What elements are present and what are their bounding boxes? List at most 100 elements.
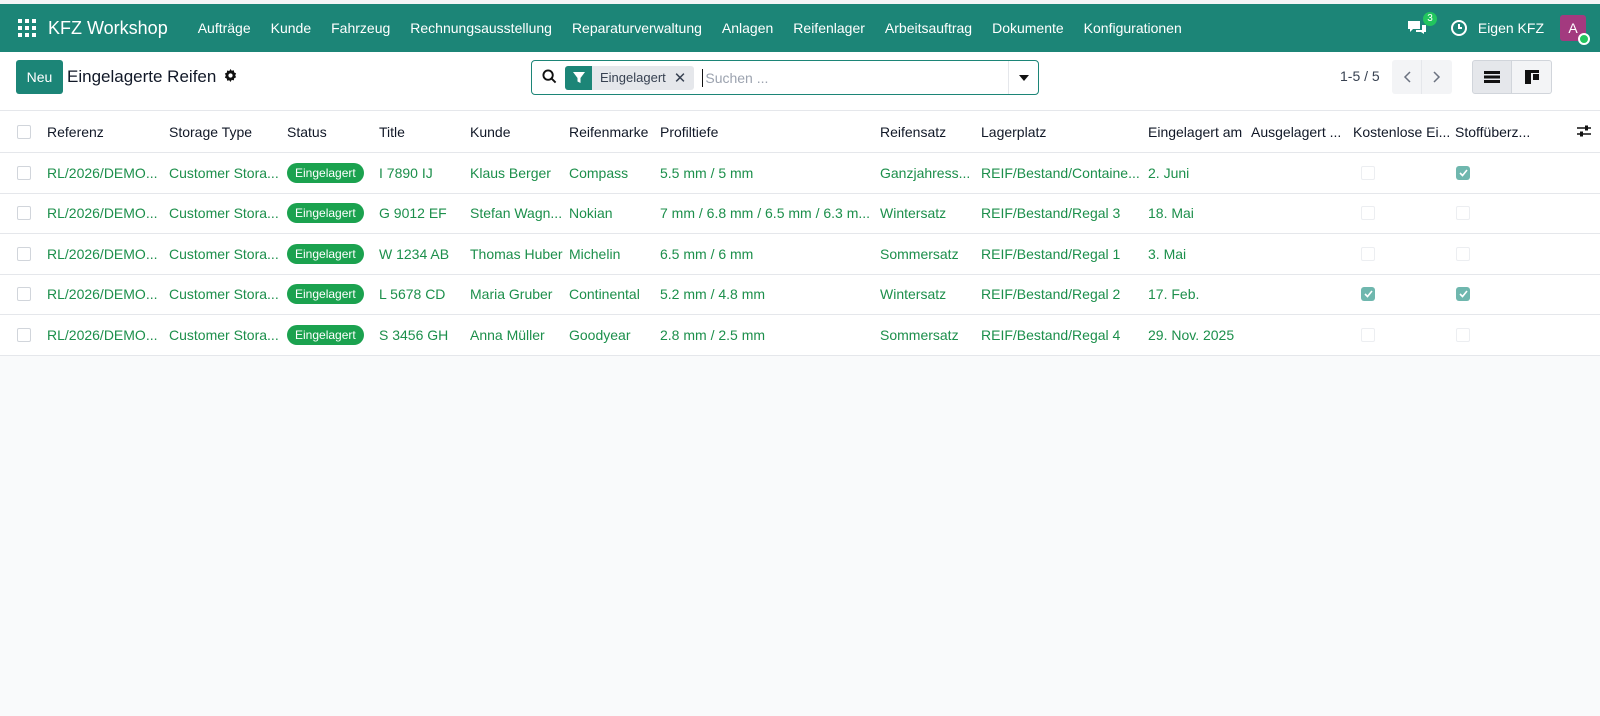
cell-ausgelagert[interactable] [1251,315,1349,355]
cell-referenz[interactable]: RL/2026/DEMO... [47,315,165,355]
pager-previous-button[interactable] [1392,60,1422,94]
menu-item-dokumente[interactable]: Dokumente [982,20,1074,36]
col-storage-type[interactable]: Storage Type [169,111,281,152]
row-select-checkbox[interactable] [17,234,31,274]
cell-title[interactable]: L 5678 CD [379,275,465,315]
gear-icon[interactable] [224,67,237,87]
menu-item-rechnungsausstellung[interactable]: Rechnungsausstellung [400,20,562,36]
cell-kunde[interactable]: Stefan Wagn... [470,194,564,234]
table-row[interactable]: RL/2026/DEMO... Customer Stora... Eingelag… [0,153,1600,194]
col-profiltiefe[interactable]: Profiltiefe [660,111,875,152]
row-select-checkbox[interactable] [17,275,31,315]
cell-storage-type[interactable]: Customer Stora... [169,153,281,193]
col-eingelagert-am[interactable]: Eingelagert am [1148,111,1248,152]
cell-reifenmarke[interactable]: Michelin [569,234,657,274]
cell-reifensatz[interactable]: Wintersatz [880,194,976,234]
search-icon[interactable] [542,68,557,87]
apps-menu-icon[interactable] [18,19,36,37]
cell-kunde[interactable]: Anna Müller [470,315,564,355]
search-input[interactable] [702,68,1008,87]
pager-value[interactable]: 1-5 / 5 [1340,68,1380,84]
col-referenz[interactable]: Referenz [47,111,165,152]
menu-item-arbeitsauftrag[interactable]: Arbeitsauftrag [875,20,982,36]
menu-item-reparaturverwaltung[interactable]: Reparaturverwaltung [562,20,712,36]
user-avatar[interactable]: A [1560,15,1590,45]
cell-reifensatz[interactable]: Sommersatz [880,234,976,274]
col-lagerplatz[interactable]: Lagerplatz [981,111,1143,152]
select-all-checkbox[interactable] [17,111,31,152]
kanban-view-button[interactable] [1512,60,1552,94]
cell-eingelagert-am[interactable]: 29. Nov. 2025 [1148,315,1248,355]
col-kostenlose[interactable]: Kostenlose Ei... [1353,111,1451,152]
table-row[interactable]: RL/2026/DEMO... Customer Stora... Eingelag… [0,193,1600,234]
row-select-checkbox[interactable] [17,153,31,193]
cell-title[interactable]: S 3456 GH [379,315,465,355]
cell-kunde[interactable]: Maria Gruber [470,275,564,315]
table-row[interactable]: RL/2026/DEMO... Customer Stora... Eingelag… [0,234,1600,275]
company-switcher[interactable]: Eigen KFZ [1478,20,1544,36]
cell-reifensatz[interactable]: Wintersatz [880,275,976,315]
cell-eingelagert-am[interactable]: 18. Mai [1148,194,1248,234]
cell-lagerplatz[interactable]: REIF/Bestand/Regal 1 [981,234,1143,274]
cell-referenz[interactable]: RL/2026/DEMO... [47,194,165,234]
cell-storage-type[interactable]: Customer Stora... [169,315,281,355]
cell-profiltiefe[interactable]: 7 mm / 6.8 mm / 6.5 mm / 6.3 m... [660,194,875,234]
menu-item-anlagen[interactable]: Anlagen [712,20,783,36]
cell-lagerplatz[interactable]: REIF/Bestand/Regal 2 [981,275,1143,315]
cell-referenz[interactable]: RL/2026/DEMO... [47,234,165,274]
activity-clock-icon[interactable] [1450,19,1468,37]
cell-status[interactable]: Eingelagert [287,234,373,274]
cell-profiltiefe[interactable]: 5.2 mm / 4.8 mm [660,275,875,315]
optional-columns-icon[interactable] [1576,123,1592,142]
cell-ausgelagert[interactable] [1251,234,1349,274]
cell-eingelagert-am[interactable]: 3. Mai [1148,234,1248,274]
col-stoffueberzug[interactable]: Stoffüberz... [1455,111,1543,152]
cell-reifenmarke[interactable]: Nokian [569,194,657,234]
cell-storage-type[interactable]: Customer Stora... [169,194,281,234]
cell-lagerplatz[interactable]: REIF/Bestand/Regal 4 [981,315,1143,355]
col-ausgelagert[interactable]: Ausgelagert ... [1251,111,1349,152]
cell-profiltiefe[interactable]: 2.8 mm / 2.5 mm [660,315,875,355]
cell-reifenmarke[interactable]: Goodyear [569,315,657,355]
cell-reifensatz[interactable]: Sommersatz [880,315,976,355]
cell-reifenmarke[interactable]: Compass [569,153,657,193]
row-select-checkbox[interactable] [17,194,31,234]
menu-item-auftraege[interactable]: Aufträge [188,20,261,36]
menu-item-fahrzeug[interactable]: Fahrzeug [321,20,400,36]
table-row[interactable]: RL/2026/DEMO... Customer Stora... Eingelag… [0,315,1600,356]
cell-status[interactable]: Eingelagert [287,153,373,193]
col-kunde[interactable]: Kunde [470,111,564,152]
search-options-toggle[interactable] [1008,61,1038,94]
menu-item-reifenlager[interactable]: Reifenlager [783,20,875,36]
cell-profiltiefe[interactable]: 5.5 mm / 5 mm [660,153,875,193]
cell-storage-type[interactable]: Customer Stora... [169,275,281,315]
chat-icon[interactable]: 3 [1406,12,1437,37]
cell-ausgelagert[interactable] [1251,153,1349,193]
remove-facet-icon[interactable]: ✕ [674,69,695,87]
cell-title[interactable]: I 7890 IJ [379,153,465,193]
cell-ausgelagert[interactable] [1251,275,1349,315]
cell-title[interactable]: G 9012 EF [379,194,465,234]
col-reifensatz[interactable]: Reifensatz [880,111,976,152]
cell-referenz[interactable]: RL/2026/DEMO... [47,275,165,315]
col-title[interactable]: Title [379,111,465,152]
cell-status[interactable]: Eingelagert [287,315,373,355]
cell-ausgelagert[interactable] [1251,194,1349,234]
new-button[interactable]: Neu [16,60,63,94]
table-row[interactable]: RL/2026/DEMO... Customer Stora... Eingelag… [0,274,1600,315]
menu-item-kunde[interactable]: Kunde [261,20,321,36]
app-brand[interactable]: KFZ Workshop [48,18,168,39]
cell-reifenmarke[interactable]: Continental [569,275,657,315]
row-select-checkbox[interactable] [17,315,31,355]
col-status[interactable]: Status [287,111,373,152]
cell-profiltiefe[interactable]: 6.5 mm / 6 mm [660,234,875,274]
cell-kunde[interactable]: Thomas Huber [470,234,564,274]
col-reifenmarke[interactable]: Reifenmarke [569,111,657,152]
cell-eingelagert-am[interactable]: 2. Juni [1148,153,1248,193]
cell-eingelagert-am[interactable]: 17. Feb. [1148,275,1248,315]
cell-kunde[interactable]: Klaus Berger [470,153,564,193]
cell-reifensatz[interactable]: Ganzjahress... [880,153,976,193]
cell-storage-type[interactable]: Customer Stora... [169,234,281,274]
cell-status[interactable]: Eingelagert [287,194,373,234]
list-view-button[interactable] [1472,60,1512,94]
